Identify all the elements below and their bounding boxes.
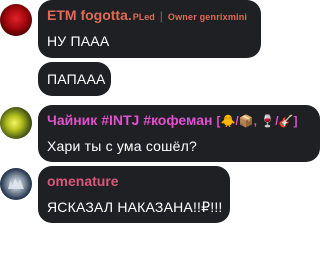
sender-name[interactable]: ETM fogotta. — [47, 7, 132, 23]
message-bubble[interactable]: Чайник #INTJ #кофеман [🐥/📦, 🍷/🎸] Хари ты… — [38, 105, 320, 162]
mountain-avatar[interactable] — [0, 168, 32, 200]
sender-row: ETM fogotta. PLed | Owner genrixmini — [47, 7, 252, 25]
message-text: НУ ПААА — [47, 33, 110, 49]
message-text: ЯСКАЗАЛ НАКАЗАНА!!₽!!! — [47, 199, 223, 215]
message-text: Хари ты с ума сошёл? — [47, 138, 197, 154]
message-bubble[interactable]: omenature ЯСКАЗАЛ НАКАЗАНА!!₽!!! — [38, 166, 230, 223]
message-text: ПАПАAA — [47, 71, 106, 87]
sender-name[interactable]: omenature — [47, 173, 119, 189]
red-circle-avatar[interactable] — [0, 4, 32, 36]
message-bubble[interactable]: ПАПАAA — [38, 62, 111, 96]
message-bubble[interactable]: ETM fogotta. PLed | Owner genrixmini НУ … — [38, 0, 261, 58]
sender-role: Owner genrixmini — [167, 12, 248, 22]
sender-tag: PLed — [132, 12, 155, 22]
sender-emoji-suffix: [🐥/📦, 🍷/🎸] — [216, 114, 298, 128]
sender-row: Чайник #INTJ #кофеман [🐥/📦, 🍷/🎸] — [47, 112, 311, 130]
sender-row: omenature — [47, 173, 221, 191]
divider: | — [159, 9, 163, 23]
sender-name[interactable]: Чайник #INTJ #кофеман — [47, 112, 212, 128]
green-yellow-avatar[interactable] — [0, 107, 32, 139]
